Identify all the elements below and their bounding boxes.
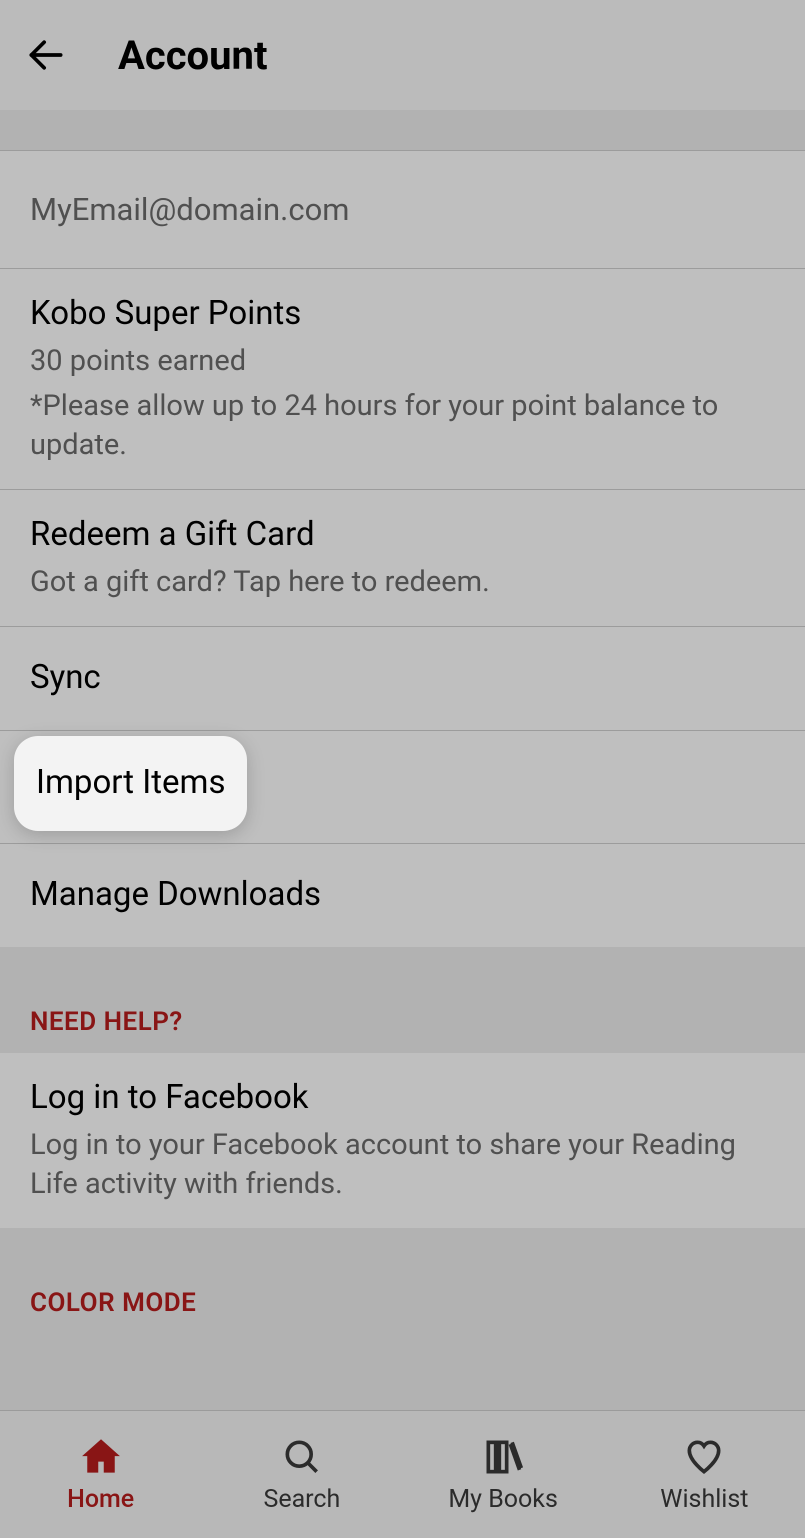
manage-downloads-row[interactable]: Manage Downloads: [0, 844, 805, 947]
import-items-highlight[interactable]: Import Items: [14, 736, 247, 831]
manage-label: Manage Downloads: [30, 874, 775, 917]
facebook-title: Log in to Facebook: [30, 1077, 775, 1120]
arrow-left-icon: [24, 33, 68, 77]
heart-icon: [682, 1435, 726, 1479]
bottom-tabbar: Home Search My Books Wishlist: [0, 1410, 805, 1538]
gift-sub: Got a gift card? Tap here to redeem.: [30, 563, 775, 602]
import-label: Import Items: [36, 762, 225, 805]
tab-search[interactable]: Search: [201, 1411, 402, 1538]
tab-wishlist[interactable]: Wishlist: [604, 1411, 805, 1538]
points-title: Kobo Super Points: [30, 293, 775, 336]
page-title: Account: [118, 32, 268, 79]
tab-wishlist-label: Wishlist: [660, 1485, 748, 1514]
home-icon: [79, 1435, 123, 1479]
account-email: MyEmail@domain.com: [30, 191, 775, 228]
tab-home-label: Home: [67, 1485, 134, 1514]
tab-mybooks-label: My Books: [448, 1485, 558, 1514]
search-icon: [280, 1435, 324, 1479]
points-note: *Please allow up to 24 hours for your po…: [30, 387, 775, 465]
header-bar: Account: [0, 0, 805, 110]
tab-home[interactable]: Home: [0, 1411, 201, 1538]
facebook-row[interactable]: Log in to Facebook Log in to your Facebo…: [0, 1053, 805, 1228]
gift-title: Redeem a Gift Card: [30, 514, 775, 557]
sync-label: Sync: [30, 657, 775, 700]
need-help-header: NEED HELP?: [0, 947, 805, 1053]
tab-mybooks[interactable]: My Books: [403, 1411, 604, 1538]
color-mode-header: COLOR MODE: [0, 1228, 805, 1334]
books-icon: [481, 1435, 525, 1479]
points-row[interactable]: Kobo Super Points 30 points earned *Plea…: [0, 269, 805, 490]
email-row[interactable]: MyEmail@domain.com: [0, 150, 805, 269]
tab-search-label: Search: [263, 1485, 340, 1514]
sync-row[interactable]: Sync: [0, 627, 805, 731]
gift-row[interactable]: Redeem a Gift Card Got a gift card? Tap …: [0, 490, 805, 627]
back-button[interactable]: [22, 31, 70, 79]
facebook-sub: Log in to your Facebook account to share…: [30, 1126, 775, 1204]
points-earned: 30 points earned: [30, 342, 775, 381]
